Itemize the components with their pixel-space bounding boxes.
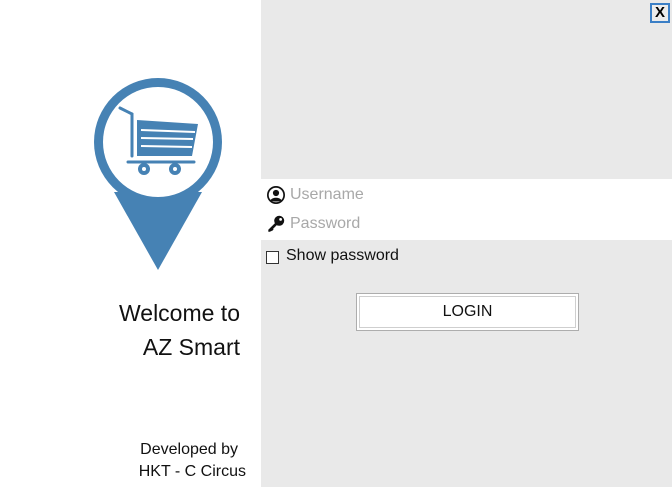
- login-panel: X: [261, 0, 672, 487]
- password-row: [261, 210, 672, 239]
- developer-name: HKT - C Circus: [138, 463, 246, 480]
- branding-panel: Welcome to AZ Smart Developed by HKT - C…: [0, 0, 261, 487]
- credentials-box: [261, 179, 672, 240]
- show-password-label: Show password: [286, 247, 399, 264]
- user-circle-icon: [267, 186, 285, 204]
- close-button[interactable]: X: [650, 3, 670, 23]
- app-name: AZ Smart: [142, 334, 240, 360]
- password-input[interactable]: [290, 212, 660, 236]
- show-password-checkbox[interactable]: [266, 251, 279, 264]
- key-icon: [268, 215, 285, 232]
- cart-location-pin-logo: [94, 78, 222, 270]
- developer-label: Developed by: [140, 441, 238, 458]
- login-button[interactable]: LOGIN: [356, 293, 579, 331]
- username-input[interactable]: [290, 183, 660, 207]
- welcome-text: Welcome to: [118, 300, 240, 326]
- username-row: [261, 181, 672, 210]
